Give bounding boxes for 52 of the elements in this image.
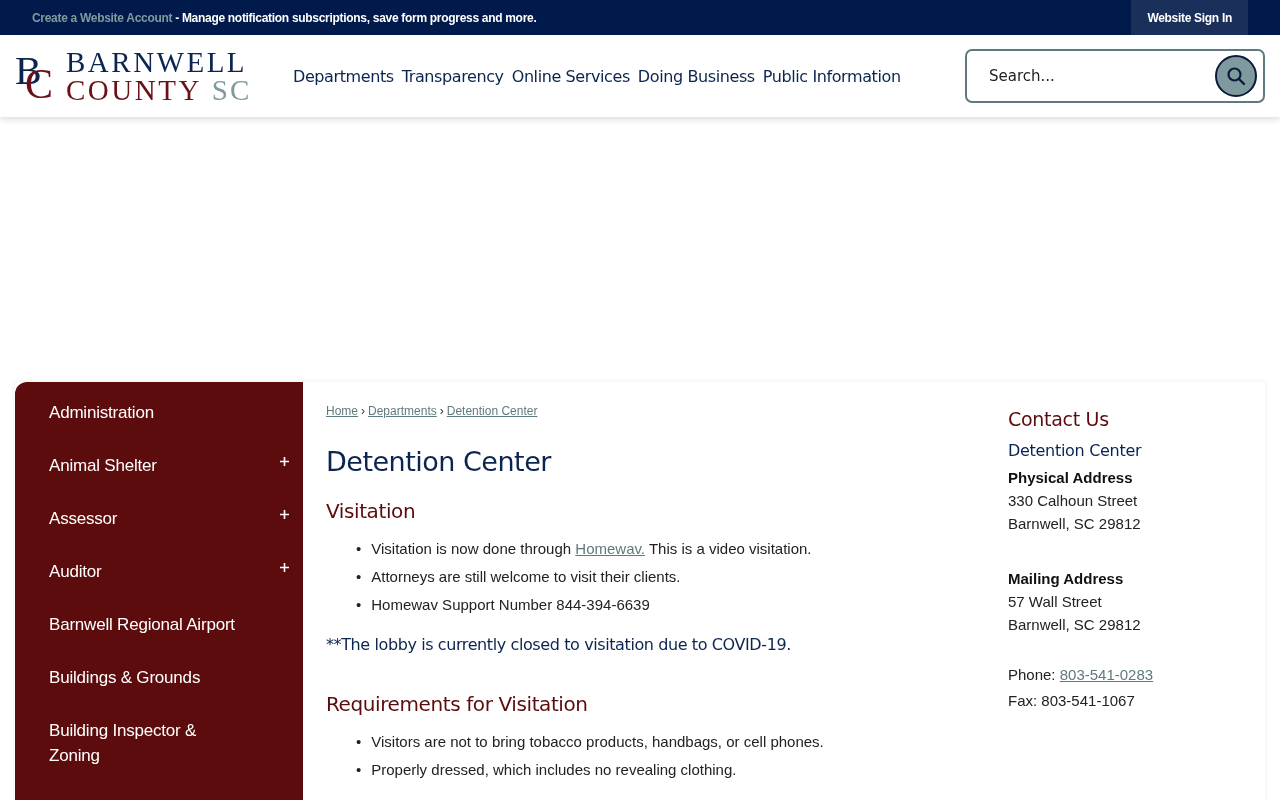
section-heading: Requirements for Visitation	[326, 692, 589, 716]
sidebar-item[interactable]: Assessor	[15, 494, 303, 547]
address-line: 330 Calhoun Street	[1008, 491, 1139, 511]
create-account-link[interactable]: Create a Website Account	[32, 10, 173, 25]
sidebar-item[interactable]: Buildings & Grounds	[15, 653, 303, 706]
address-label: Physical Address	[1008, 468, 1134, 488]
nav-link[interactable]: Transparency	[401, 66, 504, 86]
notification-message: - Manage notification subscriptions, save form progress and more.	[175, 10, 538, 25]
sidebar-item[interactable]: Auditor	[15, 547, 303, 600]
address-label: Mailing Address	[1008, 569, 1125, 589]
lobby-notice: **The lobby is currently closed to visitation due to COVID-19.	[326, 635, 792, 654]
contact-heading: Contact Us	[1008, 408, 1110, 430]
page-title: Detention Center	[326, 446, 553, 477]
sidebar-item[interactable]: Administration	[15, 388, 303, 441]
address-line: 57 Wall Street	[1008, 592, 1103, 612]
nav-link[interactable]: Doing Business	[637, 66, 755, 86]
bullet-text: Attorneys are still welcome to visit their clients.	[371, 567, 681, 587]
logo-text: COUNTY	[66, 76, 202, 104]
search-button[interactable]	[1215, 55, 1257, 97]
bullet-marker: •	[356, 760, 362, 780]
homewav-link[interactable]: Homewav.	[575, 540, 646, 557]
bullet-text: Visitors are not to bring tobacco products, handbags, or cell phones.	[371, 732, 824, 752]
bullet-text: Visitation is now done through Homewav. This is a video visitation.	[371, 539, 812, 559]
fax-number: Fax: 803-541-1067	[1008, 691, 1136, 711]
section-heading: Visitation	[326, 499, 417, 523]
breadcrumb-separator: ›	[361, 404, 365, 418]
nav-link[interactable]: Public Information	[762, 66, 901, 86]
nav-link[interactable]: Online Services	[511, 66, 630, 86]
breadcrumb-link[interactable]: Detention Center	[446, 404, 538, 418]
bullet-marker: •	[356, 595, 362, 615]
breadcrumb-link[interactable]: Departments	[368, 404, 437, 418]
nav-link[interactable]: Departments	[293, 66, 394, 86]
bullet-marker: •	[356, 567, 362, 587]
sidebar-item[interactable]: Barnwell Regional Airport	[15, 600, 303, 653]
address-line: Barnwell, SC 29812	[1008, 615, 1142, 635]
sidebar-item[interactable]: Animal Shelter	[15, 441, 303, 494]
logo-text: BARNWELL	[66, 48, 249, 76]
bullet-marker: •	[356, 539, 362, 559]
breadcrumb-link[interactable]: Home	[326, 404, 358, 418]
bullet-marker: •	[356, 732, 362, 752]
breadcrumb-separator: ›	[439, 404, 444, 418]
sign-in-button[interactable]: Website Sign In	[1131, 0, 1248, 35]
logo-text: SC	[211, 76, 252, 104]
department-name: Detention Center	[1008, 441, 1143, 460]
search-icon	[1226, 66, 1246, 86]
bullet-text: Homewav Support Number 844-394-6639	[371, 595, 650, 615]
phone-link[interactable]: 803-541-0283	[1059, 666, 1154, 683]
sidebar-item[interactable]: Building Inspector & Zoning	[15, 706, 303, 782]
address-line: Barnwell, SC 29812	[1008, 514, 1142, 534]
bullet-text: Properly dressed, which includes no revealing clothing.	[371, 760, 737, 780]
search-bar[interactable]: Search...	[965, 49, 1265, 103]
phone-label: Phone:	[1008, 666, 1056, 683]
